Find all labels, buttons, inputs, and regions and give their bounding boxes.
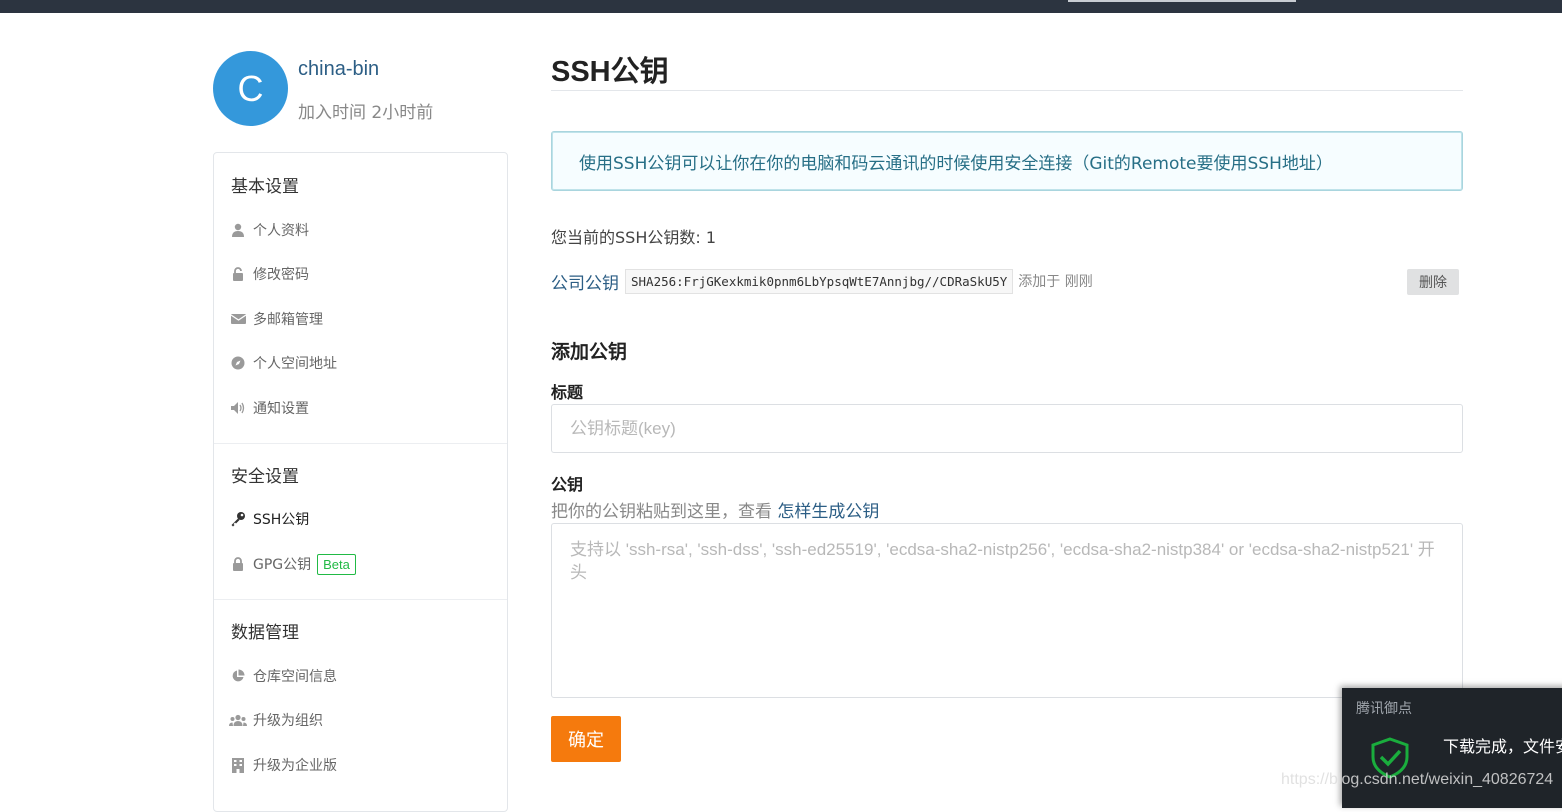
sidebar-item-repo-space[interactable]: 仓库空间信息 (229, 665, 337, 687)
sidebar-item-password[interactable]: 修改密码 (229, 263, 309, 285)
sidebar-item-label: 修改密码 (253, 267, 309, 283)
envelope-icon (229, 311, 247, 327)
sidebar-item-label: 升级为企业版 (253, 758, 337, 774)
info-text: 使用SSH公钥可以让你在你的电脑和码云通讯的时候使用安全连接（Git的Remot… (579, 153, 1333, 174)
sidebar-item-label: 仓库空间信息 (253, 669, 337, 685)
ssh-key-row: 公司公钥 SHA256:FrjGKexkmik0pnm6LbYpsqWtE7An… (551, 266, 1461, 296)
unlock-icon (229, 266, 247, 282)
sidebar-item-profile[interactable]: 个人资料 (229, 219, 309, 241)
public-key-textarea[interactable] (551, 523, 1463, 698)
key-title-input[interactable] (551, 404, 1463, 453)
navbar-search-edge[interactable] (1068, 0, 1296, 2)
sidebar-item-notifications[interactable]: 通知设置 (229, 397, 309, 419)
sidebar-item-label: 通知设置 (253, 401, 309, 417)
toast-title: 腾讯御点 (1356, 701, 1412, 717)
title-field-label: 标题 (551, 383, 584, 402)
delete-key-button[interactable]: 删除 (1407, 269, 1459, 295)
volume-icon (229, 400, 247, 416)
settings-sidebar: 基本设置 个人资料 修改密码 多邮箱管理 个人空间地址 通知设置 安全设置 SS… (213, 152, 508, 812)
key-title: 公司公钥 (551, 273, 619, 294)
section-divider (214, 443, 507, 444)
username[interactable]: china-bin (298, 58, 379, 81)
section-title-basic: 基本设置 (231, 177, 299, 197)
pie-chart-icon (229, 668, 247, 684)
sidebar-item-label: 个人空间地址 (253, 356, 337, 372)
section-title-data: 数据管理 (231, 623, 299, 643)
join-time: 加入时间 2小时前 (298, 103, 434, 123)
sidebar-item-label: SSH公钥 (253, 512, 310, 528)
sidebar-item-upgrade-org[interactable]: 升级为组织 (229, 709, 323, 731)
key-hint-text: 把你的公钥粘贴到这里，查看 (551, 502, 778, 522)
top-navbar (0, 0, 1562, 13)
key-hint: 把你的公钥粘贴到这里，查看 怎样生成公钥 (551, 497, 879, 522)
download-toast[interactable]: 腾讯御点 下载完成，文件安 (1342, 688, 1562, 808)
sidebar-item-upgrade-enterprise[interactable]: 升级为企业版 (229, 754, 337, 776)
submit-button[interactable]: 确定 (551, 716, 621, 762)
building-icon (229, 757, 247, 773)
users-icon (229, 712, 247, 728)
avatar[interactable]: C (213, 51, 288, 126)
sidebar-item-ssh-keys[interactable]: SSH公钥 (229, 508, 309, 530)
sidebar-item-emails[interactable]: 多邮箱管理 (229, 308, 323, 330)
toast-message: 下载完成，文件安 (1443, 737, 1562, 756)
key-added-time: 添加于 刚刚 (1018, 274, 1093, 290)
page-title: SSH公钥 (551, 56, 669, 88)
section-title-security: 安全设置 (231, 467, 299, 487)
compass-icon (229, 355, 247, 371)
sidebar-item-label: GPG公钥 (253, 557, 312, 573)
ssh-key-count: 您当前的SSH公钥数: 1 (551, 228, 717, 247)
user-icon (229, 222, 247, 238)
sidebar-item-label: 多邮箱管理 (253, 312, 323, 328)
key-icon (229, 511, 247, 527)
title-divider (551, 90, 1463, 91)
section-divider (214, 599, 507, 600)
info-message: 使用SSH公钥可以让你在你的电脑和码云通讯的时候使用安全连接（Git的Remot… (551, 131, 1463, 191)
how-to-generate-key-link[interactable]: 怎样生成公钥 (777, 502, 879, 522)
sidebar-item-space-address[interactable]: 个人空间地址 (229, 352, 337, 374)
sidebar-item-gpg-keys[interactable]: GPG公钥 Beta (229, 553, 356, 575)
watermark-text: https://blog.csdn.net/weixin_40826724 (1281, 771, 1554, 788)
lock-icon (229, 556, 247, 572)
add-key-heading: 添加公钥 (551, 341, 628, 363)
avatar-letter: C (237, 67, 264, 109)
sidebar-item-label: 个人资料 (253, 223, 309, 239)
sidebar-item-label: 升级为组织 (253, 713, 323, 729)
beta-badge: Beta (317, 553, 356, 575)
key-field-label: 公钥 (551, 475, 584, 494)
key-fingerprint: SHA256:FrjGKexkmik0pnm6LbYpsqWtE7Annjbg/… (625, 268, 1014, 294)
